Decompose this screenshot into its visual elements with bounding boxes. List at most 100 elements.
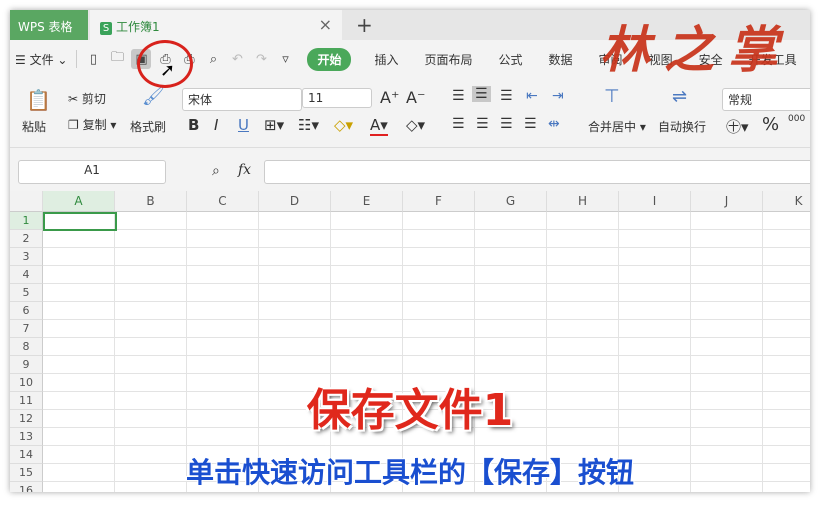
merge-label: 合并居中 xyxy=(588,120,637,134)
copy-button[interactable]: ❐ 复制 ▾ xyxy=(68,116,116,133)
gridline xyxy=(43,355,810,356)
tab-formulas[interactable]: 公式 xyxy=(486,51,536,68)
selected-cell-a1[interactable] xyxy=(43,212,117,231)
column-header[interactable]: G xyxy=(475,191,547,212)
outdent-icon[interactable]: ⇤ xyxy=(526,88,538,104)
ribbon: 📋 粘贴 ✂ 剪切 ❐ 复制 ▾ 🖌 格式刷 宋体 11 A⁺ A⁻ B I U… xyxy=(10,80,810,148)
open-folder-icon[interactable]: 🗀 xyxy=(107,49,127,69)
gridline xyxy=(690,212,691,492)
overlay-title: 保存文件1 xyxy=(306,385,514,436)
wrap-text-icon[interactable]: ⇌ xyxy=(672,86,687,107)
align-right-icon[interactable]: ☰ xyxy=(500,116,513,132)
wrap-text-button[interactable]: 自动换行 xyxy=(658,118,706,135)
indent-icon[interactable]: ⇥ xyxy=(552,88,564,104)
gridline xyxy=(43,229,810,230)
number-format-select[interactable]: 常规 xyxy=(722,88,810,111)
row-header[interactable]: 1 xyxy=(10,212,43,230)
bold-icon[interactable]: B xyxy=(188,116,199,134)
gridline xyxy=(618,212,619,492)
gridline xyxy=(546,212,547,492)
copy-label: 复制 xyxy=(82,118,107,132)
font-name-select[interactable]: 宋体 xyxy=(182,88,302,111)
column-header[interactable]: K xyxy=(763,191,810,212)
thousands-icon[interactable]: 000 xyxy=(788,114,805,124)
column-header[interactable]: F xyxy=(403,191,475,212)
column-header[interactable]: I xyxy=(619,191,691,212)
column-header[interactable]: J xyxy=(691,191,763,212)
new-file-icon[interactable]: ▯ xyxy=(83,49,103,69)
align-middle-icon[interactable]: ☰ xyxy=(472,86,491,102)
close-tab-icon[interactable]: × xyxy=(319,15,332,34)
increase-font-icon[interactable]: A⁺ xyxy=(380,88,399,107)
cut-label: 剪切 xyxy=(81,92,106,106)
file-menu[interactable]: ☰ 文件 ⌄ xyxy=(10,51,72,68)
font-size-select[interactable]: 11 xyxy=(302,88,372,108)
row-header[interactable]: 9 xyxy=(10,356,43,374)
underline-icon[interactable]: U xyxy=(238,116,249,134)
gridline xyxy=(43,319,810,320)
currency-icon[interactable]: ㊉▾ xyxy=(726,116,749,137)
gridline xyxy=(43,283,810,284)
paste-button[interactable]: 粘贴 xyxy=(22,118,46,135)
merge-center-button[interactable]: 合并居中 ▾ xyxy=(588,118,646,135)
document-tab[interactable]: S 工作簿1 × xyxy=(90,10,342,40)
divider xyxy=(76,50,78,68)
align-bottom-icon[interactable]: ☰ xyxy=(500,88,513,104)
column-header[interactable]: C xyxy=(187,191,259,212)
gridline xyxy=(114,212,115,492)
column-header[interactable]: D xyxy=(259,191,331,212)
gridline xyxy=(43,265,810,266)
merge-center-icon[interactable]: ⊤ xyxy=(604,86,620,107)
tab-home[interactable]: 开始 xyxy=(307,47,352,71)
distribute-icon[interactable]: ⇹ xyxy=(548,116,560,132)
customize-dropdown-icon[interactable]: ▿ xyxy=(275,49,295,69)
tab-page-layout[interactable]: 页面布局 xyxy=(412,51,486,68)
format-painter-button[interactable]: 格式刷 xyxy=(130,118,166,135)
align-left-icon[interactable]: ☰ xyxy=(452,116,465,132)
tab-insert[interactable]: 插入 xyxy=(361,51,411,68)
gridline xyxy=(43,337,810,338)
print-preview-icon[interactable]: ⌕ xyxy=(203,49,223,69)
spreadsheet-grid[interactable]: A B C D E F G H I J K 1 2 3 4 5 6 7 8 9 10 11 12 13 14 15 16 xyxy=(10,191,810,492)
format-painter-icon[interactable]: 🖌 xyxy=(142,86,165,107)
column-header[interactable]: B xyxy=(115,191,187,212)
font-color-icon[interactable]: A▾ xyxy=(370,116,388,136)
decrease-font-icon[interactable]: A⁻ xyxy=(406,88,425,107)
align-center-icon[interactable]: ☰ xyxy=(476,116,489,132)
select-all-corner[interactable] xyxy=(10,191,43,212)
document-title: 工作簿1 xyxy=(116,20,160,34)
column-header[interactable]: E xyxy=(331,191,403,212)
app-tab[interactable]: WPS 表格 xyxy=(10,10,88,40)
paste-icon[interactable]: 📋 xyxy=(26,88,51,112)
column-header[interactable]: A xyxy=(43,191,115,212)
column-header[interactable]: H xyxy=(547,191,619,212)
gridline xyxy=(330,212,331,492)
cell-style-icon[interactable]: ☷▾ xyxy=(298,116,319,134)
redo-icon[interactable]: ↷ xyxy=(251,49,271,69)
row-header[interactable]: 2 xyxy=(10,230,43,248)
row-header[interactable]: 6 xyxy=(10,302,43,320)
borders-icon[interactable]: ⊞▾ xyxy=(264,116,284,134)
cut-button[interactable]: ✂ 剪切 xyxy=(68,90,106,107)
row-header[interactable]: 5 xyxy=(10,284,43,302)
fill-color-icon[interactable]: ◇▾ xyxy=(334,116,353,134)
tab-data[interactable]: 数据 xyxy=(536,51,586,68)
justify-icon[interactable]: ☰ xyxy=(524,116,537,132)
undo-icon[interactable]: ↶ xyxy=(227,49,247,69)
italic-icon[interactable]: I xyxy=(214,116,218,134)
gridline xyxy=(43,301,810,302)
row-header[interactable]: 3 xyxy=(10,248,43,266)
zoom-search-icon[interactable]: ⌕ xyxy=(212,163,220,179)
row-header[interactable]: 8 xyxy=(10,338,43,356)
formula-input[interactable] xyxy=(264,160,810,184)
sheet-icon: S xyxy=(100,22,112,35)
name-box[interactable]: A1 xyxy=(18,160,166,184)
percent-icon[interactable]: % xyxy=(762,114,779,135)
clear-icon[interactable]: ◇▾ xyxy=(406,116,425,134)
new-tab-button[interactable]: + xyxy=(356,13,373,37)
fx-icon[interactable]: fx xyxy=(238,162,251,178)
row-header[interactable]: 7 xyxy=(10,320,43,338)
align-top-icon[interactable]: ☰ xyxy=(452,88,465,104)
row-header[interactable]: 4 xyxy=(10,266,43,284)
gridline xyxy=(762,212,763,492)
